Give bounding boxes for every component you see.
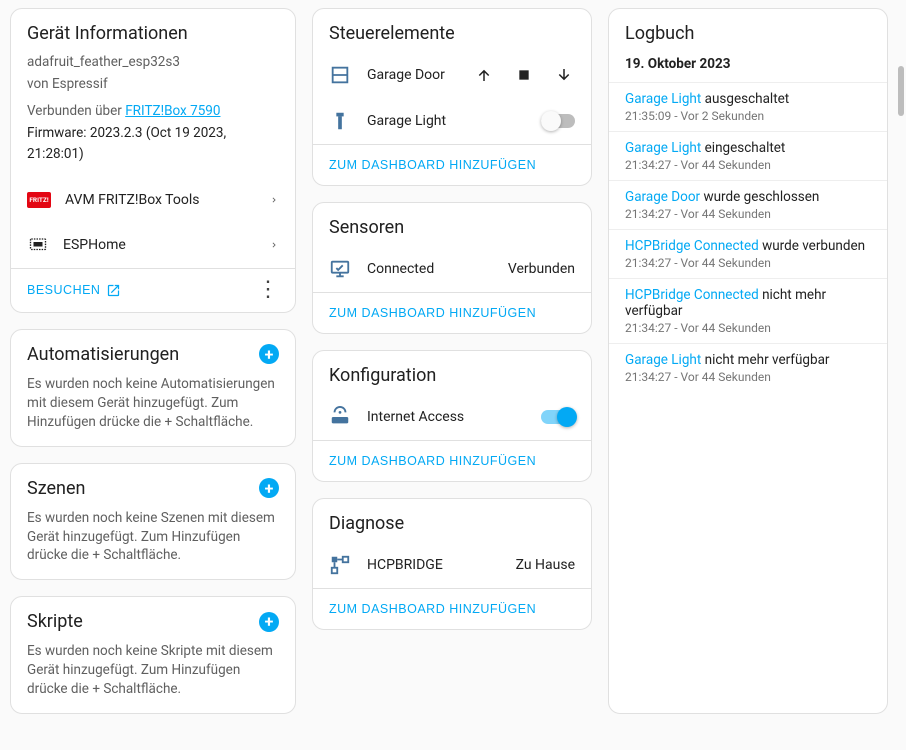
automations-text: Es wurden noch keine Automatisierungen m…: [11, 373, 295, 446]
log-entity-link[interactable]: Garage Light: [625, 140, 701, 156]
logbook-date: 19. Oktober 2023: [609, 52, 887, 82]
log-entry-text: eingeschaltet: [701, 140, 785, 156]
entity-row-connected[interactable]: Connected Verbunden: [313, 246, 591, 292]
scenes-text: Es wurden noch keine Szenen mit diesem G…: [11, 507, 295, 580]
log-entity-link[interactable]: Garage Light: [625, 352, 701, 368]
config-title: Konfiguration: [313, 351, 591, 394]
internet-switch[interactable]: [541, 410, 575, 424]
entity-state: Verbunden: [508, 261, 575, 277]
light-switch[interactable]: [541, 114, 575, 128]
log-entry: Garage Light nicht mehr verfügbar 21:34:2…: [609, 343, 887, 392]
device-info-card: Gerät Informationen adafruit_feather_esp…: [10, 8, 296, 313]
add-script-button[interactable]: +: [259, 612, 279, 632]
add-to-dashboard-button[interactable]: ZUM DASHBOARD HINZUFÜGEN: [329, 158, 536, 172]
integration-label: AVM FRITZ!Box Tools: [65, 192, 255, 208]
entity-row-internet-access[interactable]: Internet Access: [313, 394, 591, 440]
log-entry-text: wurde geschlossen: [700, 189, 819, 205]
parent-device-link[interactable]: FRITZ!Box 7590: [125, 103, 220, 119]
log-entity-link[interactable]: HCPBridge Connected: [625, 287, 759, 303]
scenes-card: Szenen + Es wurden noch keine Szenen mit…: [10, 463, 296, 581]
light-icon: [329, 110, 351, 132]
log-entry-meta: 21:34:27 - Vor 44 Sekunden: [625, 256, 871, 270]
fritz-icon: FRITZ!: [27, 192, 51, 208]
garage-icon: [329, 64, 351, 86]
entity-row-hcpbridge[interactable]: HCPBRIDGE Zu Hause: [313, 542, 591, 588]
log-entry-meta: 21:34:27 - Vor 44 Sekunden: [625, 207, 871, 221]
cover-close-button[interactable]: [553, 64, 575, 86]
log-entry: Garage Light ausgeschaltet 21:35:09 - Vor…: [609, 82, 887, 131]
controls-card: Steuerelemente Garage Door Garage Light: [312, 8, 592, 186]
logbook-card: Logbuch 19. Oktober 2023 Garage Light au…: [608, 8, 888, 714]
add-to-dashboard-button[interactable]: ZUM DASHBOARD HINZUFÜGEN: [329, 602, 536, 616]
logbook-body[interactable]: 19. Oktober 2023 Garage Light ausgeschal…: [609, 52, 887, 713]
log-entity-link[interactable]: HCPBridge Connected: [625, 238, 759, 254]
integration-label: ESPHome: [63, 237, 255, 253]
device-connected: Verbunden über FRITZ!Box 7590: [27, 101, 279, 123]
logbook-title: Logbuch: [609, 9, 887, 52]
sensors-card: Sensoren Connected Verbunden ZUM DASHBOA…: [312, 202, 592, 334]
open-in-new-icon: [106, 283, 121, 298]
router-icon: [329, 406, 351, 428]
device-manufacturer: von Espressif: [27, 74, 279, 96]
monitor-icon: [329, 258, 351, 280]
entity-label: Garage Door: [367, 67, 457, 83]
controls-title: Steuerelemente: [313, 9, 591, 52]
log-entry: HCPBridge Connected nicht mehr verfügbar…: [609, 278, 887, 343]
entity-state: Zu Hause: [516, 557, 575, 573]
diagnose-card: Diagnose HCPBRIDGE Zu Hause ZUM DASHBOAR…: [312, 498, 592, 630]
log-entry-meta: 21:34:27 - Vor 44 Sekunden: [625, 370, 871, 384]
log-entry-text: ausgeschaltet: [701, 91, 789, 107]
log-entry-meta: 21:34:27 - Vor 44 Sekunden: [625, 158, 871, 172]
add-scene-button[interactable]: +: [259, 478, 279, 498]
cover-open-button[interactable]: [473, 64, 495, 86]
add-to-dashboard-button[interactable]: ZUM DASHBOARD HINZUFÜGEN: [329, 306, 536, 320]
chevron-right-icon: [269, 193, 279, 207]
device-firmware: Firmware: 2023.2.3 (Oct 19 2023, 21:28:0…: [27, 123, 279, 166]
log-entity-link[interactable]: Garage Light: [625, 91, 701, 107]
entity-label: Garage Light: [367, 113, 525, 129]
entity-label: HCPBRIDGE: [367, 557, 500, 573]
cover-stop-button[interactable]: [513, 64, 535, 86]
device-model: adafruit_feather_esp32s3: [27, 52, 279, 74]
more-menu-button[interactable]: ⋮: [253, 284, 283, 296]
log-entry: HCPBridge Connected wurde verbunden 21:34…: [609, 229, 887, 278]
integration-row-esphome[interactable]: ESPHome: [11, 222, 295, 268]
scripts-card: Skripte + Es wurden noch keine Skripte m…: [10, 596, 296, 714]
scripts-text: Es wurden noch keine Skripte mit diesem …: [11, 640, 295, 713]
automations-title: Automatisierungen: [27, 344, 179, 365]
log-entry: Garage Door wurde geschlossen 21:34:27 - …: [609, 180, 887, 229]
add-to-dashboard-button[interactable]: ZUM DASHBOARD HINZUFÜGEN: [329, 454, 536, 468]
scripts-title: Skripte: [27, 611, 83, 632]
diagnose-title: Diagnose: [313, 499, 591, 542]
log-entry: Garage Light eingeschaltet 21:34:27 - Vor…: [609, 131, 887, 180]
device-info-title: Gerät Informationen: [11, 9, 295, 52]
integration-row-fritz[interactable]: FRITZ! AVM FRITZ!Box Tools: [11, 178, 295, 222]
entity-label: Internet Access: [367, 409, 525, 425]
sensors-title: Sensoren: [313, 203, 591, 246]
add-automation-button[interactable]: +: [259, 344, 279, 364]
esphome-icon: [27, 236, 49, 254]
network-icon: [329, 554, 351, 576]
log-entry-meta: 21:34:27 - Vor 44 Sekunden: [625, 321, 871, 335]
log-entity-link[interactable]: Garage Door: [625, 189, 700, 205]
entity-row-garage-door[interactable]: Garage Door: [313, 52, 591, 98]
scenes-title: Szenen: [27, 478, 85, 499]
chevron-right-icon: [269, 238, 279, 252]
log-entry-text: wurde verbunden: [759, 238, 865, 254]
entity-row-garage-light[interactable]: Garage Light: [313, 98, 591, 144]
config-card: Konfiguration Internet Access ZUM DASHBO…: [312, 350, 592, 482]
entity-label: Connected: [367, 261, 492, 277]
visit-button[interactable]: BESUCHEN: [23, 277, 125, 304]
automations-card: Automatisierungen + Es wurden noch keine…: [10, 329, 296, 447]
log-entry-meta: 21:35:09 - Vor 2 Sekunden: [625, 109, 871, 123]
log-entry-text: nicht mehr verfügbar: [701, 352, 829, 368]
